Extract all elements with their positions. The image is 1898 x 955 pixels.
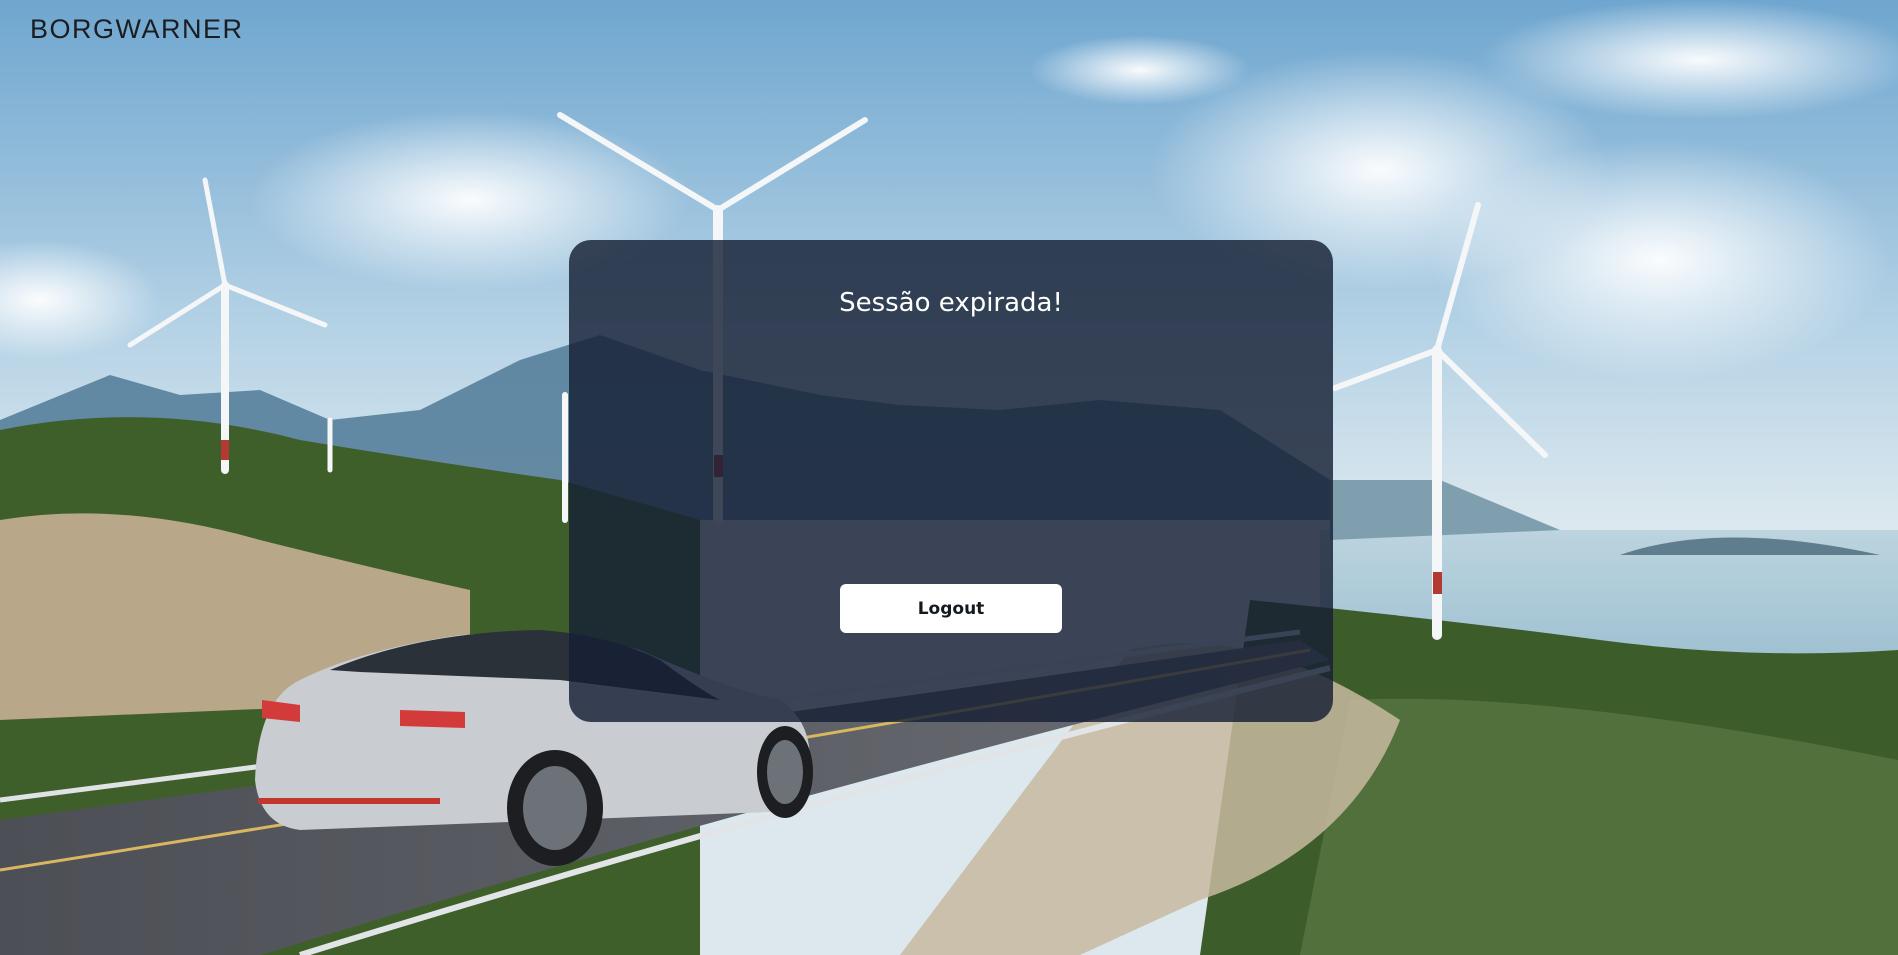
dialog-title: Sessão expirada! (839, 288, 1063, 318)
logout-button[interactable]: Logout (840, 584, 1062, 633)
brand-logo: BORGWARNER (30, 14, 244, 44)
session-expired-page: BORGWARNER Sessão expirada! Logout (0, 0, 1898, 955)
session-expired-dialog: Sessão expirada! Logout (569, 240, 1333, 722)
